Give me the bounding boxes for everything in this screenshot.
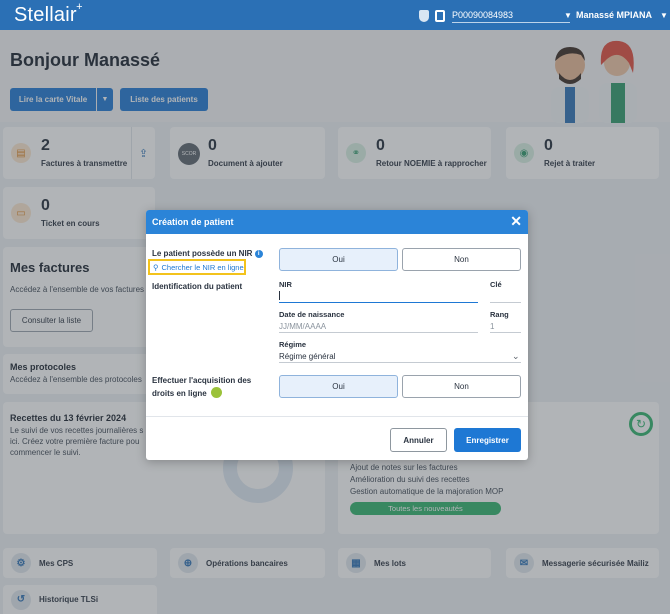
- nir-question-label: Le patient possède un NIR i: [152, 248, 263, 260]
- cle-input[interactable]: [490, 290, 521, 302]
- dialog-header: Création de patient ✕: [146, 210, 528, 234]
- search-user-icon: ⚲: [153, 262, 159, 272]
- dob-label: Date de naissance: [279, 310, 345, 319]
- rang-input-underline: [490, 332, 521, 333]
- account-select[interactable]: P00090084983: [452, 10, 570, 23]
- vitale-badge-icon: [210, 386, 222, 398]
- caret-down-icon[interactable]: ▼: [564, 11, 572, 20]
- chevron-down-icon[interactable]: ⌄: [512, 351, 520, 362]
- cle-label: Clé: [490, 280, 502, 289]
- close-icon[interactable]: ✕: [510, 214, 522, 228]
- shield-icon[interactable]: [419, 10, 429, 22]
- top-bar: Stellair + P00090084983 ▼ Manassé MPIANA …: [0, 0, 670, 30]
- regime-select[interactable]: Régime général: [279, 352, 509, 361]
- acquisition-yes-toggle[interactable]: Oui: [279, 375, 398, 398]
- dob-input-underline: [279, 332, 478, 333]
- rang-input[interactable]: 1: [490, 322, 521, 331]
- dob-input[interactable]: JJ/MM/AAAA: [279, 322, 478, 331]
- info-icon[interactable]: i: [254, 250, 263, 258]
- stellair-logo[interactable]: Stellair +: [14, 1, 83, 27]
- acquisition-no-toggle[interactable]: Non: [402, 375, 521, 398]
- user-menu[interactable]: Manassé MPIANA: [576, 10, 652, 20]
- text-cursor: [279, 291, 280, 300]
- plus-icon: +: [76, 1, 83, 13]
- rang-label: Rang: [490, 310, 509, 319]
- nir-yes-toggle[interactable]: Oui: [279, 248, 398, 271]
- search-nir-online-link[interactable]: ⚲ Chercher le NIR en ligne: [148, 259, 246, 275]
- save-button[interactable]: Enregistrer: [454, 428, 521, 452]
- dialog-footer-divider: [146, 416, 528, 417]
- create-patient-dialog: Création de patient ✕ Le patient possède…: [146, 210, 528, 460]
- cle-input-underline: [490, 302, 521, 303]
- card-reader-icon[interactable]: [435, 10, 445, 22]
- cancel-button[interactable]: Annuler: [390, 428, 447, 452]
- nir-input[interactable]: [279, 290, 478, 302]
- nir-label: NIR: [279, 280, 292, 289]
- acquisition-label: Effectuer l'acquisition des droits en li…: [152, 376, 252, 398]
- identification-label: Identification du patient: [152, 282, 243, 291]
- dialog-title: Création de patient: [152, 217, 234, 227]
- regime-select-underline: [279, 362, 521, 363]
- nir-no-toggle[interactable]: Non: [402, 248, 521, 271]
- nir-input-underline: [279, 302, 478, 303]
- caret-down-icon[interactable]: ▼: [660, 11, 668, 20]
- regime-label: Régime: [279, 340, 307, 349]
